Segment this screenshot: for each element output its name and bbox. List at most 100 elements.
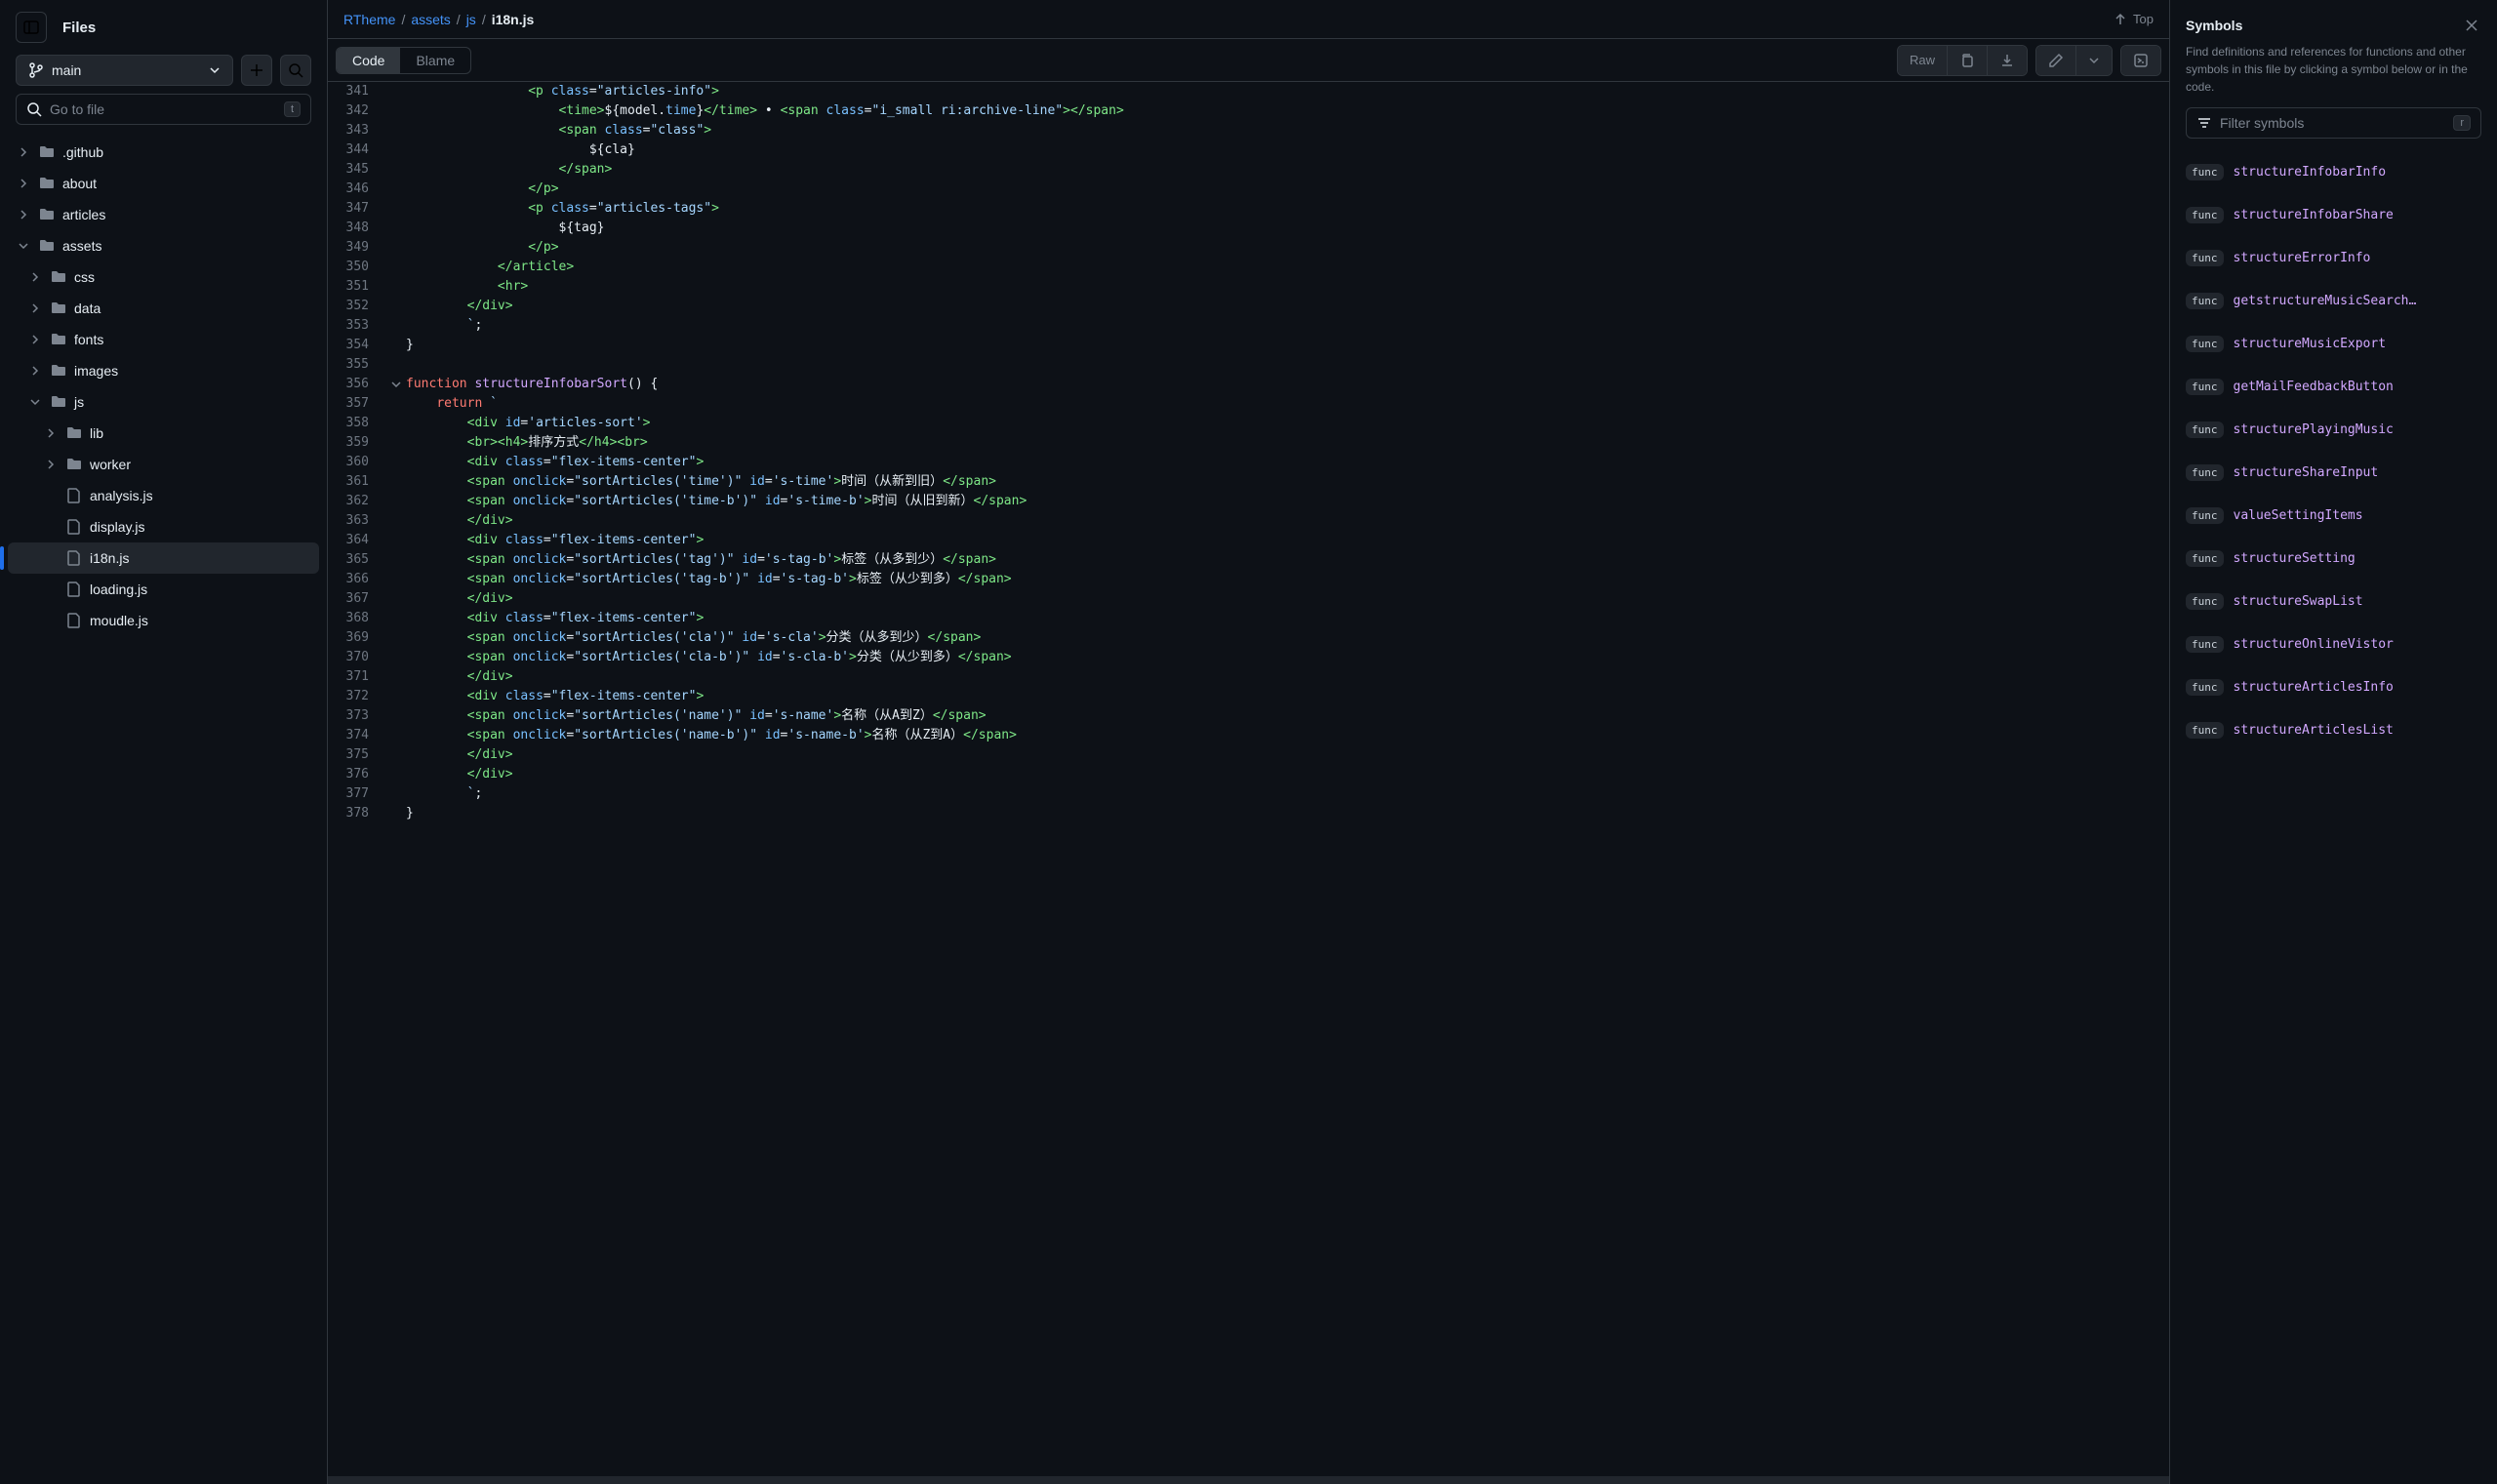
horizontal-scrollbar[interactable] — [328, 1476, 2169, 1484]
symbol-item[interactable]: funcstructureOnlineVistor — [2186, 622, 2481, 665]
line-number[interactable]: 349 — [328, 238, 386, 258]
code-line[interactable]: 357 return ` — [328, 394, 2169, 414]
code-line[interactable]: 348 ${tag} — [328, 219, 2169, 238]
code-line[interactable]: 365 <span onclick="sortArticles('tag')" … — [328, 550, 2169, 570]
symbol-item[interactable]: funcstructureErrorInfo — [2186, 236, 2481, 279]
code-line[interactable]: 341 <p class="articles-info"> — [328, 82, 2169, 101]
line-number[interactable]: 346 — [328, 180, 386, 199]
tab-code[interactable]: Code — [337, 48, 400, 73]
symbol-item[interactable]: funcstructureSwapList — [2186, 580, 2481, 622]
symbol-item[interactable]: funcstructurePlayingMusic — [2186, 408, 2481, 451]
line-number[interactable]: 378 — [328, 804, 386, 823]
code-line[interactable]: 362 <span onclick="sortArticles('time-b'… — [328, 492, 2169, 511]
line-number[interactable]: 368 — [328, 609, 386, 628]
code-line[interactable]: 375 </div> — [328, 745, 2169, 765]
symbol-item[interactable]: funcstructureSetting — [2186, 537, 2481, 580]
line-number[interactable]: 351 — [328, 277, 386, 297]
symbol-item[interactable]: funcstructureArticlesList — [2186, 708, 2481, 751]
raw-button[interactable]: Raw — [1898, 46, 1948, 75]
add-file-button[interactable] — [241, 55, 272, 86]
line-number[interactable]: 372 — [328, 687, 386, 706]
line-number[interactable]: 363 — [328, 511, 386, 531]
line-number[interactable]: 343 — [328, 121, 386, 140]
tree-item--github[interactable]: .github — [8, 137, 319, 168]
symbol-item[interactable]: funcstructureArticlesInfo — [2186, 665, 2481, 708]
line-number[interactable]: 369 — [328, 628, 386, 648]
code-line[interactable]: 366 <span onclick="sortArticles('tag-b')… — [328, 570, 2169, 589]
line-number[interactable]: 350 — [328, 258, 386, 277]
line-number[interactable]: 367 — [328, 589, 386, 609]
line-number[interactable]: 364 — [328, 531, 386, 550]
line-number[interactable]: 352 — [328, 297, 386, 316]
code-line[interactable]: 356function structureInfobarSort() { — [328, 375, 2169, 394]
breadcrumb-link[interactable]: assets — [411, 12, 450, 27]
code-line[interactable]: 369 <span onclick="sortArticles('cla')" … — [328, 628, 2169, 648]
tree-item-images[interactable]: images — [8, 355, 319, 386]
tree-item-fonts[interactable]: fonts — [8, 324, 319, 355]
line-number[interactable]: 341 — [328, 82, 386, 101]
code-line[interactable]: 359 <br><h4>排序方式</h4><br> — [328, 433, 2169, 453]
tree-item-analysis-js[interactable]: analysis.js — [8, 480, 319, 511]
line-number[interactable]: 357 — [328, 394, 386, 414]
code-line[interactable]: 342 <time>${model.time}</time> • <span c… — [328, 101, 2169, 121]
code-line[interactable]: 347 <p class="articles-tags"> — [328, 199, 2169, 219]
line-number[interactable]: 360 — [328, 453, 386, 472]
code-line[interactable]: 367 </div> — [328, 589, 2169, 609]
code-line[interactable]: 372 <div class="flex-items-center"> — [328, 687, 2169, 706]
download-button[interactable] — [1988, 46, 2027, 75]
code-line[interactable]: 376 </div> — [328, 765, 2169, 784]
copy-button[interactable] — [1948, 46, 1988, 75]
code-line[interactable]: 354} — [328, 336, 2169, 355]
file-search-input[interactable] — [50, 101, 276, 117]
code-line[interactable]: 343 <span class="class"> — [328, 121, 2169, 140]
code-line[interactable]: 374 <span onclick="sortArticles('name-b'… — [328, 726, 2169, 745]
line-number[interactable]: 365 — [328, 550, 386, 570]
collapse-sidebar-button[interactable] — [16, 12, 47, 43]
tree-item-data[interactable]: data — [8, 293, 319, 324]
code-line[interactable]: 344 ${cla} — [328, 140, 2169, 160]
edit-dropdown-button[interactable] — [2076, 46, 2112, 75]
line-number[interactable]: 375 — [328, 745, 386, 765]
line-number[interactable]: 355 — [328, 355, 386, 375]
scroll-to-top-link[interactable]: Top — [2114, 12, 2154, 26]
line-number[interactable]: 371 — [328, 667, 386, 687]
tab-blame[interactable]: Blame — [400, 48, 470, 73]
file-search-box[interactable]: t — [16, 94, 311, 125]
code-line[interactable]: 377 `; — [328, 784, 2169, 804]
code-line[interactable]: 352 </div> — [328, 297, 2169, 316]
code-line[interactable]: 368 <div class="flex-items-center"> — [328, 609, 2169, 628]
symbol-item[interactable]: funcstructureMusicExport — [2186, 322, 2481, 365]
line-number[interactable]: 376 — [328, 765, 386, 784]
line-number[interactable]: 356 — [328, 375, 386, 394]
branch-select[interactable]: main — [16, 55, 233, 86]
tree-item-js[interactable]: js — [8, 386, 319, 418]
code-line[interactable]: 364 <div class="flex-items-center"> — [328, 531, 2169, 550]
line-number[interactable]: 366 — [328, 570, 386, 589]
line-number[interactable]: 342 — [328, 101, 386, 121]
code-line[interactable]: 353 `; — [328, 316, 2169, 336]
tree-item-articles[interactable]: articles — [8, 199, 319, 230]
close-symbols-button[interactable] — [2462, 16, 2481, 35]
breadcrumb-link[interactable]: js — [466, 12, 476, 27]
symbols-filter-input[interactable] — [2220, 115, 2445, 131]
line-number[interactable]: 347 — [328, 199, 386, 219]
line-number[interactable]: 348 — [328, 219, 386, 238]
edit-button[interactable] — [2036, 46, 2076, 75]
symbol-item[interactable]: funcstructureInfobarShare — [2186, 193, 2481, 236]
tree-item-loading-js[interactable]: loading.js — [8, 574, 319, 605]
line-number[interactable]: 370 — [328, 648, 386, 667]
line-number[interactable]: 361 — [328, 472, 386, 492]
symbol-item[interactable]: funcvalueSettingItems — [2186, 494, 2481, 537]
tree-item-moudle-js[interactable]: moudle.js — [8, 605, 319, 636]
line-number[interactable]: 374 — [328, 726, 386, 745]
code-line[interactable]: 346 </p> — [328, 180, 2169, 199]
code-line[interactable]: 345 </span> — [328, 160, 2169, 180]
symbol-item[interactable]: funcgetMailFeedbackButton — [2186, 365, 2481, 408]
line-number[interactable]: 354 — [328, 336, 386, 355]
tree-item-i18n-js[interactable]: i18n.js — [8, 542, 319, 574]
symbols-filter-box[interactable]: r — [2186, 107, 2481, 139]
line-number[interactable]: 373 — [328, 706, 386, 726]
tree-item-display-js[interactable]: display.js — [8, 511, 319, 542]
line-number[interactable]: 358 — [328, 414, 386, 433]
tree-item-about[interactable]: about — [8, 168, 319, 199]
